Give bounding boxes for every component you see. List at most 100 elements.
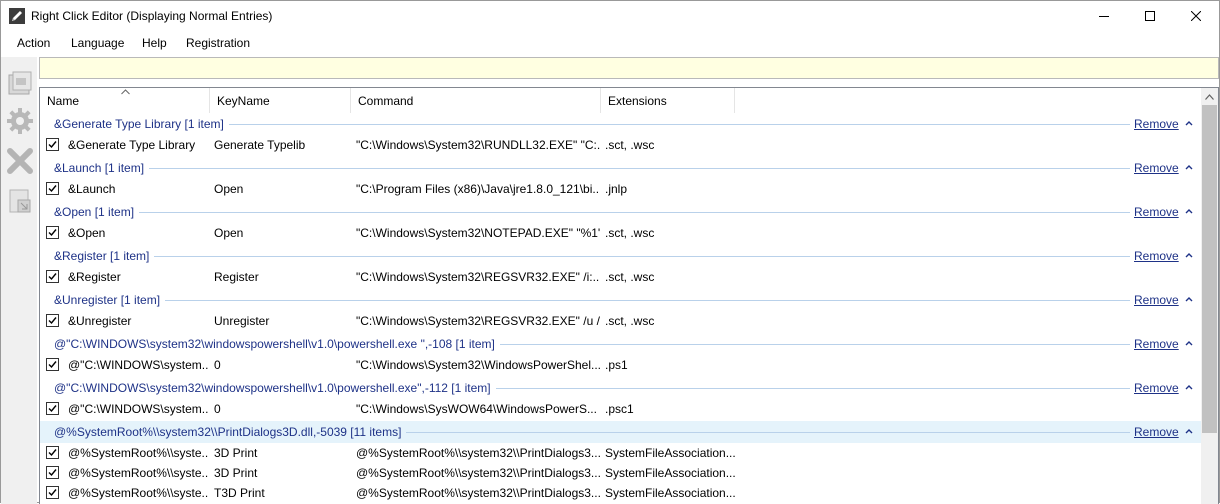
checkmark-icon bbox=[48, 185, 57, 193]
export-button[interactable] bbox=[4, 185, 35, 217]
pencil-icon bbox=[9, 8, 25, 24]
group-remove-link[interactable]: Remove bbox=[1134, 337, 1179, 351]
group-label: &Register [1 item] bbox=[54, 249, 150, 263]
list-item[interactable]: @%SystemRoot%\\syste... 3D Print @%SystemR… bbox=[40, 443, 1201, 463]
entry-command: @%SystemRoot%\\system32\\PrintDialogs3..… bbox=[356, 466, 600, 480]
list-item[interactable]: @%SystemRoot%\\syste... T3D Print @%System… bbox=[40, 483, 1201, 503]
group-remove-link[interactable]: Remove bbox=[1134, 117, 1179, 131]
checkmark-icon bbox=[48, 273, 57, 281]
minimize-button[interactable] bbox=[1081, 1, 1127, 31]
group-divider bbox=[496, 388, 1130, 389]
column-header-command[interactable]: Command bbox=[351, 88, 601, 113]
collapse-chevron-icon[interactable] bbox=[1183, 337, 1195, 349]
collapse-chevron-icon[interactable] bbox=[1183, 425, 1195, 437]
group-label: @"C:\WINDOWS\system32\windowspowershell\… bbox=[54, 381, 491, 395]
entry-keyname: Open bbox=[214, 226, 244, 240]
entry-checkbox[interactable] bbox=[46, 486, 59, 499]
column-header-keyname[interactable]: KeyName bbox=[210, 88, 351, 113]
entry-checkbox[interactable] bbox=[46, 270, 59, 283]
collapse-chevron-icon[interactable] bbox=[1183, 205, 1195, 217]
entry-name: &Launch bbox=[68, 182, 116, 196]
list-item[interactable]: @"C:\WINDOWS\system... 0 "C:\Windows\SysWO… bbox=[40, 399, 1201, 419]
entry-extensions: .jnlp bbox=[605, 182, 628, 196]
list-item[interactable]: &Launch Open "C:\Program Files (x86)\Java\… bbox=[40, 179, 1201, 199]
collapse-chevron-icon[interactable] bbox=[1183, 293, 1195, 305]
group-header[interactable]: &Launch [1 item] Remove bbox=[40, 157, 1201, 179]
group-label: &Generate Type Library [1 item] bbox=[54, 117, 224, 131]
maximize-button[interactable] bbox=[1127, 1, 1173, 31]
collapse-chevron-icon[interactable] bbox=[1183, 117, 1195, 129]
list-item[interactable]: &Open Open "C:\Windows\System32\NOTEPAD.EX… bbox=[40, 223, 1201, 243]
entry-keyname: Generate Typelib bbox=[214, 138, 306, 152]
scroll-up-button[interactable] bbox=[1201, 88, 1218, 105]
group-remove-link[interactable]: Remove bbox=[1134, 249, 1179, 263]
entry-checkbox[interactable] bbox=[46, 138, 59, 151]
checkmark-icon bbox=[48, 141, 57, 149]
entry-checkbox[interactable] bbox=[46, 402, 59, 415]
menu-help[interactable]: Help bbox=[142, 36, 167, 50]
column-command-label: Command bbox=[358, 94, 414, 108]
menu-bar: Action Language Help Registration bbox=[1, 31, 1219, 55]
list-item[interactable]: @"C:\WINDOWS\system... 0 "C:\Windows\Syste… bbox=[40, 355, 1201, 375]
menu-registration[interactable]: Registration bbox=[186, 36, 250, 50]
scrollbar-thumb[interactable] bbox=[1202, 105, 1217, 433]
close-icon bbox=[1191, 11, 1201, 21]
add-entry-button[interactable] bbox=[4, 67, 35, 99]
group-remove-link[interactable]: Remove bbox=[1134, 425, 1179, 439]
checkmark-icon bbox=[48, 489, 57, 497]
menu-language[interactable]: Language bbox=[71, 36, 124, 50]
group-remove-link[interactable]: Remove bbox=[1134, 381, 1179, 395]
entry-checkbox[interactable] bbox=[46, 358, 59, 371]
delete-button[interactable] bbox=[4, 145, 35, 177]
entry-extensions: SystemFileAssociation... bbox=[605, 466, 735, 480]
group-header[interactable]: &Generate Type Library [1 item] Remove bbox=[40, 113, 1201, 135]
group-header[interactable]: @"C:\WINDOWS\system32\windowspowershell\… bbox=[40, 377, 1201, 399]
entry-name: &Open bbox=[68, 226, 106, 240]
group-divider bbox=[165, 300, 1130, 301]
column-keyname-label: KeyName bbox=[217, 94, 270, 108]
group-divider bbox=[154, 256, 1130, 257]
group-header[interactable]: &Open [1 item] Remove bbox=[40, 201, 1201, 223]
menu-action[interactable]: Action bbox=[17, 36, 50, 50]
settings-button[interactable] bbox=[4, 105, 35, 137]
group-label: &Open [1 item] bbox=[54, 205, 135, 219]
group-remove-link[interactable]: Remove bbox=[1134, 293, 1179, 307]
list-header: Name KeyName Command Extensions bbox=[40, 88, 1201, 113]
group-header[interactable]: @"C:\WINDOWS\system32\windowspowershell\… bbox=[40, 333, 1201, 355]
entry-keyname: 0 bbox=[214, 358, 221, 372]
column-header-name[interactable]: Name bbox=[40, 88, 210, 113]
list-item[interactable]: @%SystemRoot%\\syste... 3D Print @%SystemR… bbox=[40, 463, 1201, 483]
checkmark-icon bbox=[48, 361, 57, 369]
group-remove-link[interactable]: Remove bbox=[1134, 205, 1179, 219]
list-item[interactable]: &Register Register "C:\Windows\System32\RE… bbox=[40, 267, 1201, 287]
group-header[interactable]: @%SystemRoot%\\system32\\PrintDialogs3D.… bbox=[40, 421, 1201, 443]
group-remove-link[interactable]: Remove bbox=[1134, 161, 1179, 175]
entry-extensions: .sct, .wsc bbox=[605, 226, 655, 240]
collapse-chevron-icon[interactable] bbox=[1183, 249, 1195, 261]
entry-keyname: Unregister bbox=[214, 314, 270, 328]
entry-keyname: T3D Print bbox=[214, 486, 265, 500]
collapse-chevron-icon[interactable] bbox=[1183, 161, 1195, 173]
group-label: &Unregister [1 item] bbox=[54, 293, 161, 307]
close-button[interactable] bbox=[1173, 1, 1219, 31]
vertical-scrollbar[interactable] bbox=[1201, 88, 1218, 504]
entry-checkbox[interactable] bbox=[46, 466, 59, 479]
entry-checkbox[interactable] bbox=[46, 446, 59, 459]
entry-checkbox[interactable] bbox=[46, 182, 59, 195]
column-header-extensions[interactable]: Extensions bbox=[601, 88, 735, 113]
scroll-up-icon bbox=[1205, 93, 1214, 100]
list-item[interactable]: &Unregister Unregister "C:\Windows\System3… bbox=[40, 311, 1201, 331]
group-divider bbox=[406, 432, 1130, 433]
filter-input[interactable] bbox=[39, 57, 1219, 79]
entry-name: @"C:\WINDOWS\system... bbox=[68, 358, 208, 372]
collapse-chevron-icon[interactable] bbox=[1183, 381, 1195, 393]
entries-list[interactable]: Name KeyName Command Extensions &Generat… bbox=[39, 87, 1219, 504]
group-header[interactable]: &Unregister [1 item] Remove bbox=[40, 289, 1201, 311]
entry-keyname: 3D Print bbox=[214, 466, 258, 480]
entry-checkbox[interactable] bbox=[46, 226, 59, 239]
group-header[interactable]: &Register [1 item] Remove bbox=[40, 245, 1201, 267]
entry-command: @%SystemRoot%\\system32\\PrintDialogs3..… bbox=[356, 486, 600, 500]
entry-checkbox[interactable] bbox=[46, 314, 59, 327]
list-item[interactable]: &Generate Type Library Generate Typelib "C… bbox=[40, 135, 1201, 155]
entry-command: "C:\Windows\System32\REGSVR32.EXE" /i:..… bbox=[356, 270, 600, 284]
